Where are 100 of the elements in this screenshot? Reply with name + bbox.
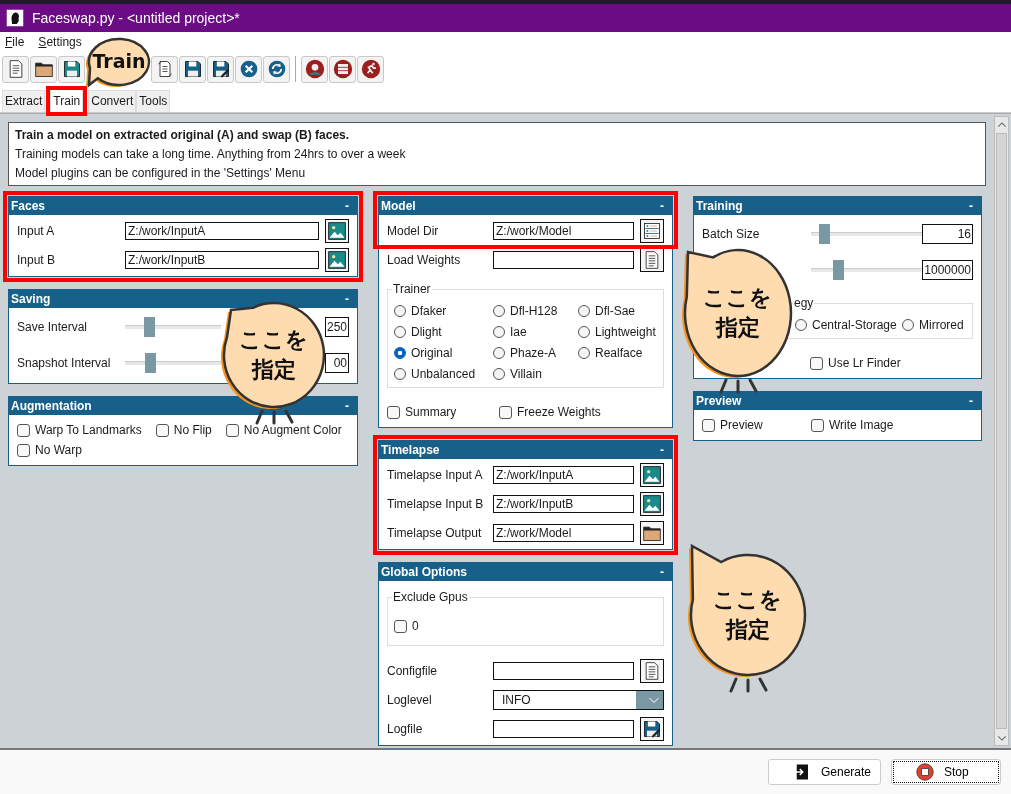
radio-button[interactable] [394, 368, 406, 380]
checkbox[interactable] [811, 418, 824, 432]
save-icon [210, 59, 231, 79]
browse-button[interactable] [640, 491, 664, 516]
radio-button[interactable] [578, 305, 590, 317]
stop-button[interactable]: Stop [891, 759, 1001, 785]
menu-item[interactable]: Settings [38, 35, 82, 49]
toolbar-button[interactable] [151, 55, 178, 83]
collapse-toggle[interactable]: - [660, 565, 664, 579]
field-label: Snapshot Interval [17, 356, 112, 370]
radio-button[interactable] [578, 347, 590, 359]
browse-button[interactable] [640, 462, 664, 487]
toolbar-button[interactable] [263, 55, 290, 83]
text-field[interactable]: Z:/work/InputA [125, 221, 319, 240]
radio-button[interactable] [493, 326, 505, 338]
save-icon [61, 59, 82, 79]
tab[interactable]: Extract [2, 90, 46, 112]
collapse-toggle[interactable]: - [969, 199, 973, 213]
text-field[interactable]: Z:/work/InputB [125, 250, 319, 269]
checkbox[interactable] [17, 423, 30, 437]
menu-item[interactable]: File [5, 35, 25, 49]
collapse-toggle[interactable]: - [345, 199, 349, 213]
radio-button[interactable] [394, 305, 406, 317]
toolbar-button[interactable] [30, 55, 57, 83]
text-field[interactable] [493, 661, 634, 680]
field-label: Timelapse Output [387, 525, 483, 540]
browse-button[interactable] [640, 247, 664, 272]
toolbar-button[interactable] [235, 55, 262, 83]
number-field[interactable]: 250 [325, 317, 349, 337]
panel-title: Global Options [381, 565, 467, 579]
browse-button[interactable] [325, 218, 349, 243]
option-label: Mirrored [919, 318, 964, 332]
checkbox[interactable] [225, 423, 239, 437]
radio-button[interactable] [493, 368, 505, 380]
slider-thumb[interactable] [144, 353, 156, 373]
number-field[interactable]: 16 [922, 224, 973, 244]
slider-thumb[interactable] [833, 260, 844, 280]
checkbox[interactable] [499, 405, 512, 419]
toolbar-button[interactable] [207, 55, 234, 83]
checkbox-label: No Augment Color [243, 423, 342, 437]
collapse-toggle[interactable]: - [345, 292, 349, 306]
collapse-toggle[interactable]: - [345, 399, 349, 413]
image-icon [327, 249, 347, 270]
checkbox-label: Summary [405, 405, 457, 419]
radio-button[interactable] [902, 319, 914, 331]
collapse-toggle[interactable]: - [660, 443, 664, 457]
browse-button[interactable] [640, 716, 664, 741]
collapse-toggle[interactable]: - [660, 199, 664, 213]
toolbar-button[interactable] [329, 55, 356, 83]
checkbox[interactable] [394, 619, 407, 633]
checkbox[interactable] [387, 405, 400, 419]
group-label: Trainer [392, 282, 432, 296]
radio-button[interactable] [394, 326, 406, 338]
collapse-toggle[interactable]: - [969, 394, 973, 408]
dropdown[interactable]: INFO [493, 689, 664, 710]
toolbar-button[interactable] [2, 55, 29, 83]
browse-button[interactable] [325, 247, 349, 272]
panel-title: Training [696, 199, 743, 213]
field-label: Model Dir [387, 223, 440, 238]
chevron-up-icon [996, 119, 1007, 130]
text-field[interactable]: Z:/work/InputB [493, 494, 634, 513]
text-field[interactable] [493, 250, 634, 269]
checkbox-label: Write Image [829, 418, 894, 432]
number-field[interactable]: 00 [325, 353, 349, 373]
radio-button[interactable] [394, 347, 406, 359]
text-field[interactable] [493, 719, 634, 738]
slider-thumb[interactable] [143, 317, 155, 337]
scrollbar-thumb[interactable] [996, 133, 1007, 729]
text-field[interactable]: Z:/work/Model [493, 523, 634, 542]
panel-title: Saving [11, 292, 51, 306]
checkbox[interactable] [155, 423, 169, 437]
text-field[interactable]: Z:/work/Model [493, 221, 634, 240]
toolbar-button[interactable] [357, 55, 384, 83]
radio-button[interactable] [578, 326, 590, 338]
toolbar-button[interactable] [179, 55, 206, 83]
browse-button[interactable] [640, 218, 664, 243]
toolbar-button[interactable] [301, 55, 328, 83]
panel-title: Model [381, 199, 416, 213]
callout-text: ここを指定 [702, 284, 774, 342]
checkbox-label: Preview [720, 418, 763, 432]
checkbox[interactable] [17, 443, 30, 457]
save-icon [182, 59, 203, 79]
callout-text: ここを指定 [238, 326, 310, 384]
generate-button[interactable]: Generate [768, 759, 881, 785]
checkbox[interactable] [702, 418, 715, 432]
radio-button[interactable] [795, 319, 807, 331]
slider-thumb[interactable] [819, 224, 830, 244]
tab[interactable]: Tools [136, 90, 171, 112]
text-field[interactable]: Z:/work/InputA [493, 465, 634, 484]
checkbox[interactable] [810, 356, 823, 370]
checkbox-label: No Flip [173, 423, 212, 437]
number-field[interactable]: 1000000 [922, 260, 973, 280]
image-icon [642, 464, 662, 485]
browse-button[interactable] [640, 520, 664, 545]
tab[interactable]: Convert [88, 90, 137, 112]
browse-button[interactable] [640, 658, 664, 683]
tab[interactable]: Train [50, 89, 84, 113]
radio-button[interactable] [493, 305, 505, 317]
radio-button[interactable] [493, 347, 505, 359]
toolbar-button[interactable] [58, 55, 85, 83]
